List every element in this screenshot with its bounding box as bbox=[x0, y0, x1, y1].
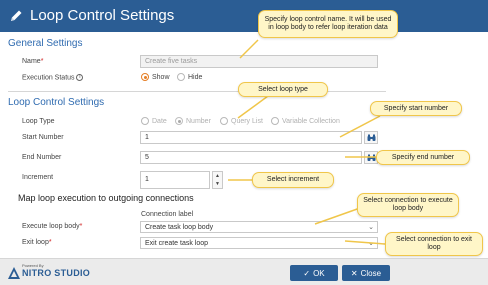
callout-loop-name: Specify loop control name. It will be us… bbox=[258, 10, 398, 38]
callout-end-number: Specify end number bbox=[376, 150, 470, 165]
nitro-logo-icon bbox=[8, 267, 20, 279]
callout-loop-type: Select loop type bbox=[238, 82, 328, 97]
check-icon: ✓ bbox=[303, 268, 311, 278]
close-button[interactable]: ✕ Close bbox=[342, 265, 390, 281]
callout-increment: Select increment bbox=[252, 172, 334, 188]
dialog-footer: Powered By NITRO STUDIO bbox=[0, 258, 488, 285]
ok-button[interactable]: ✓ OK bbox=[290, 265, 338, 281]
callout-start-number: Specify start number bbox=[370, 101, 462, 116]
callout-execute-loop-body: Select connection to execute loop body bbox=[357, 193, 459, 217]
close-icon: ✕ bbox=[350, 268, 358, 278]
callout-exit-loop: Select connection to exit loop bbox=[385, 232, 483, 256]
nitro-studio-logo: Powered By NITRO STUDIO bbox=[8, 263, 98, 283]
